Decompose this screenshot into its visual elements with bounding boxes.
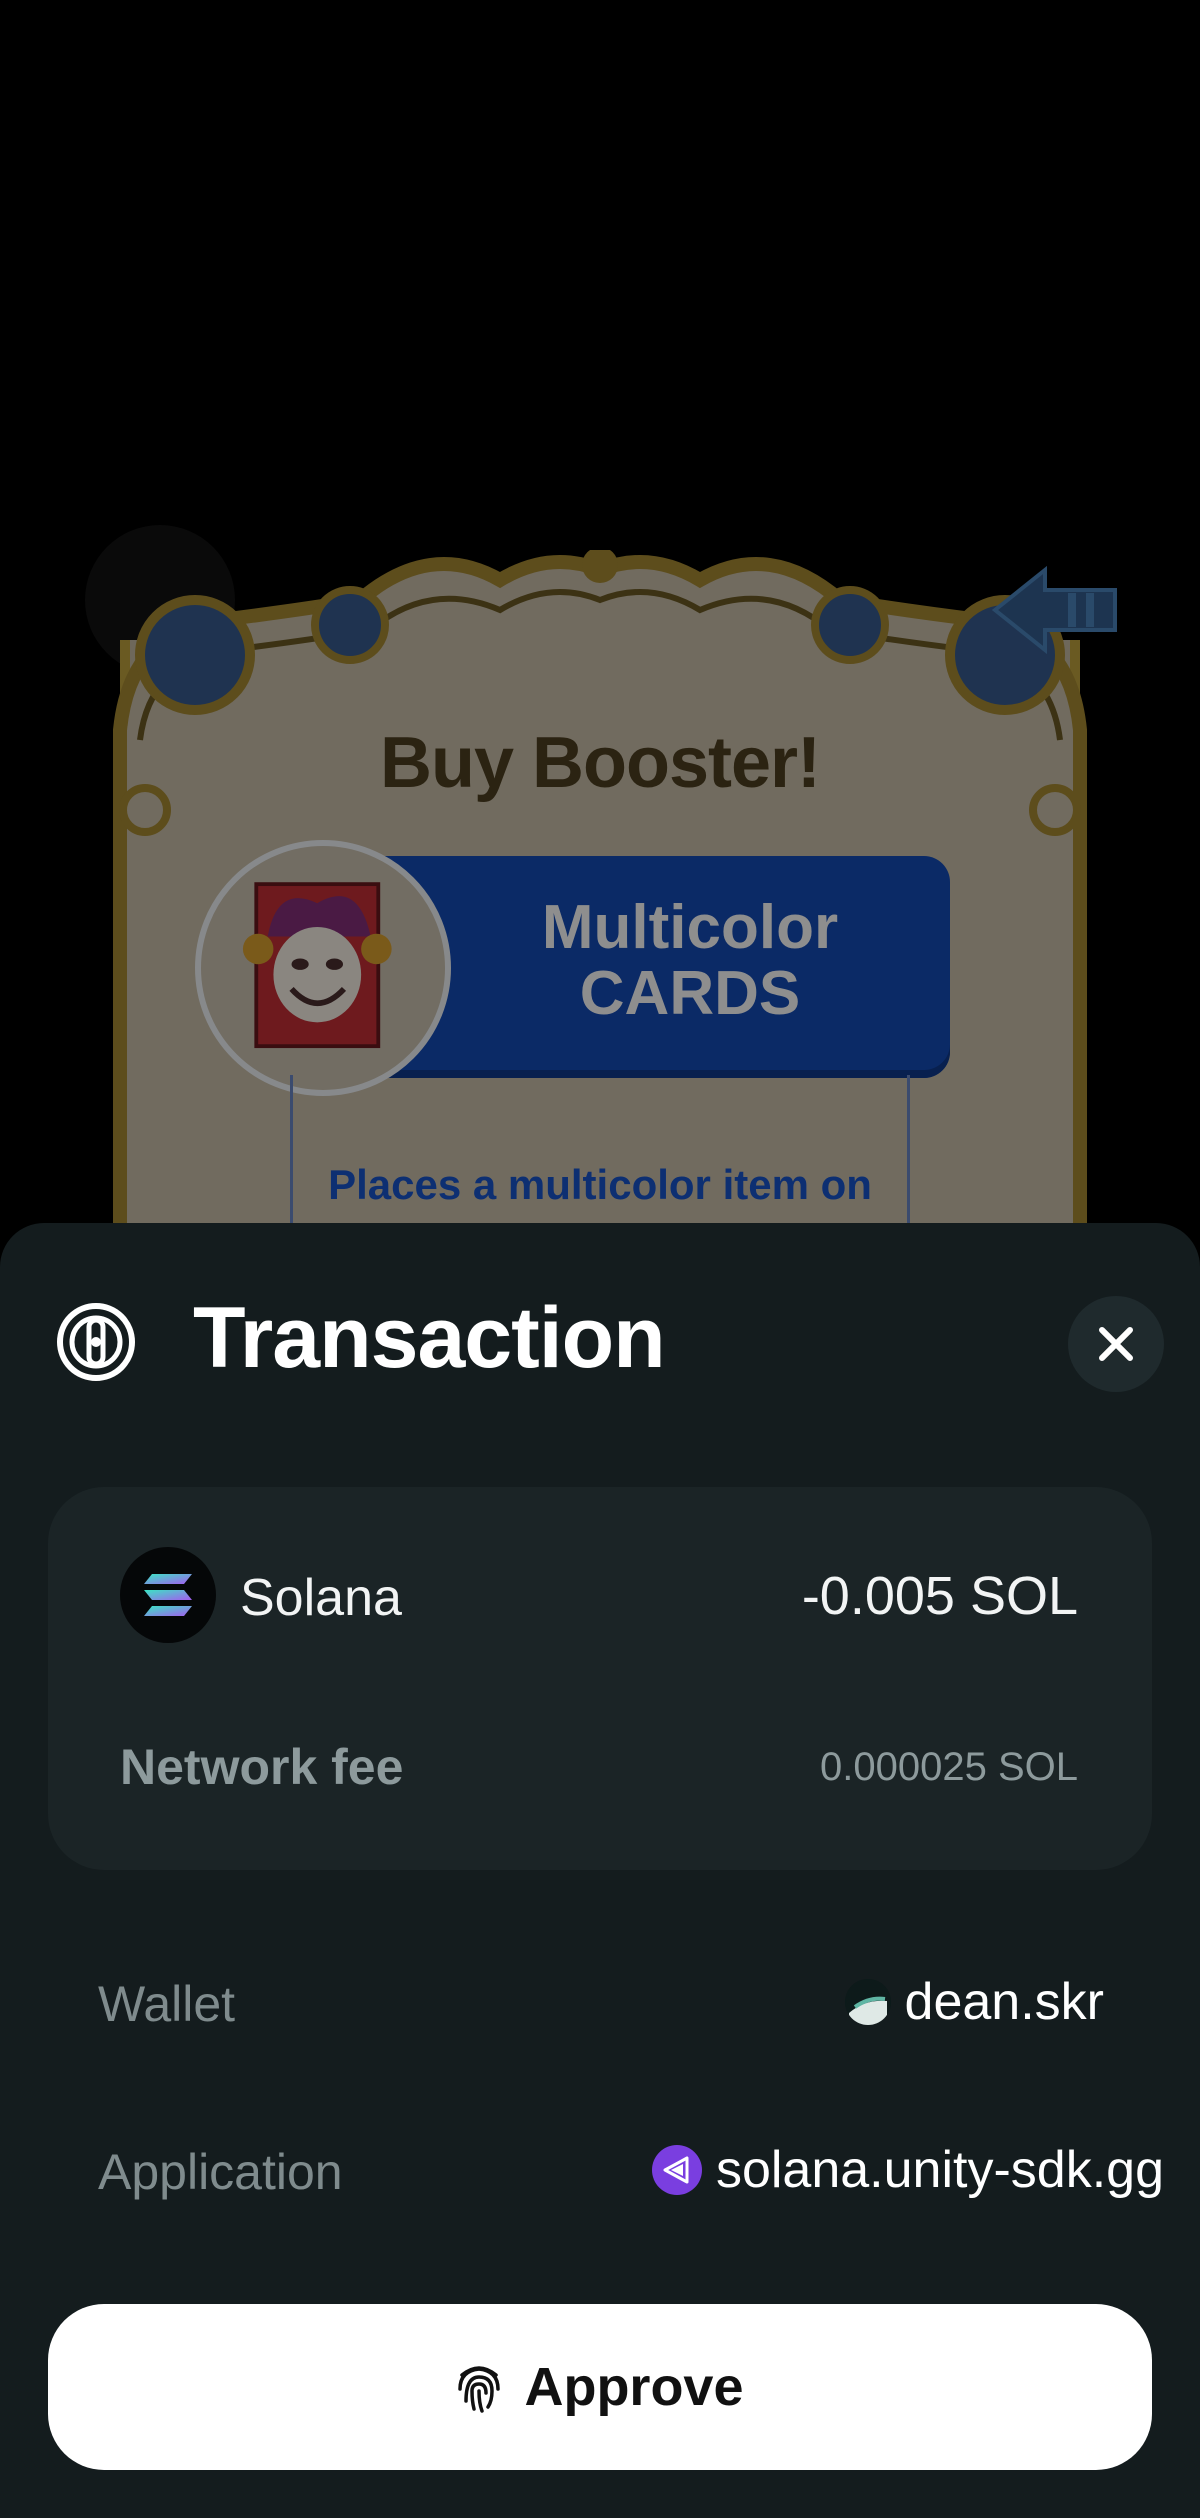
network-fee-label: Network fee (120, 1739, 404, 1795)
wallet-logo-icon (57, 1303, 135, 1381)
approve-label: Approve (524, 2357, 744, 2417)
solana-token-icon (120, 1547, 216, 1643)
jester-card-image (195, 840, 451, 1096)
transaction-summary-card (48, 1487, 1152, 1870)
close-button[interactable] (1068, 1296, 1164, 1392)
booster-name: Multicolor CARDS (360, 895, 1020, 1027)
booster-description-box (290, 1075, 910, 1240)
application-label: Application (98, 2144, 343, 2200)
close-icon (1099, 1327, 1133, 1361)
wallet-value: dean.skr (844, 1972, 1104, 2032)
token-name: Solana (240, 1569, 402, 1627)
application-name: solana.unity-sdk.gg (715, 2141, 1164, 2199)
booster-name-line2: CARDS (579, 959, 801, 1028)
back-arrow-icon[interactable] (990, 565, 1120, 655)
booster-name-line1: Multicolor (541, 893, 839, 962)
network-fee-value: 0.000025 SOL (820, 1745, 1078, 1789)
wallet-avatar (844, 1979, 891, 2025)
approve-button[interactable]: Approve (48, 2304, 1152, 2470)
dialog-title: Buy Booster! (379, 723, 821, 803)
sheet-title: Transaction (193, 1290, 666, 1386)
wallet-label: Wallet (98, 1976, 236, 2032)
unity-app-icon (651, 2145, 702, 2195)
booster-description: Places a multicolor item on (328, 1161, 872, 1208)
wallet-name: dean.skr (904, 1973, 1104, 2031)
game-background: Buy Booster! Multicolor CARDS Places a m… (0, 0, 1200, 1240)
application-value: solana.unity-sdk.gg (651, 2140, 1164, 2200)
fingerprint-icon (458, 2366, 501, 2413)
token-amount: -0.005 SOL (801, 1566, 1078, 1626)
